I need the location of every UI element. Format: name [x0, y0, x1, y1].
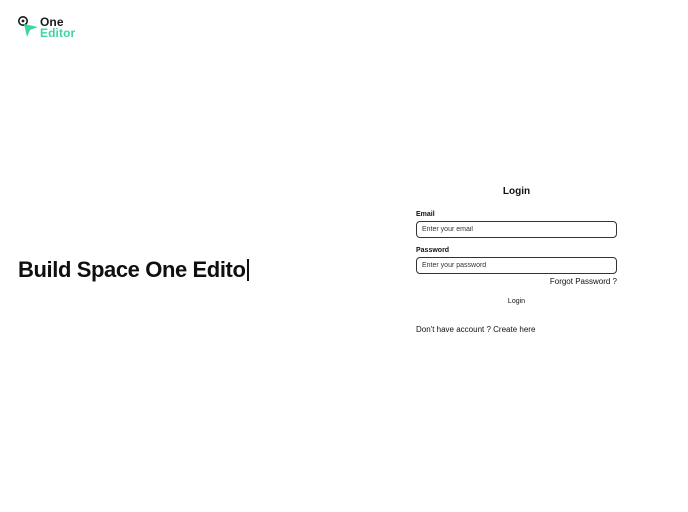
create-account-link[interactable]: Create here	[493, 325, 535, 334]
hero-heading: Build Space One Edito	[18, 257, 249, 283]
hero-typed-text: Build Space One Edito	[18, 257, 246, 282]
brand-wordmark: One Editor	[40, 16, 76, 40]
signup-prompt: Don't have account ? Create here	[416, 325, 617, 334]
signup-prompt-text: Don't have account ?	[416, 325, 491, 334]
password-label: Password	[416, 247, 450, 254]
login-button[interactable]: Login	[502, 296, 531, 307]
password-field[interactable]	[416, 257, 617, 274]
email-field[interactable]	[416, 221, 617, 238]
email-label: Email	[416, 211, 435, 218]
brand-name-line2: Editor	[40, 26, 76, 40]
brand-logo[interactable]: One Editor	[17, 15, 75, 39]
location-pin-logo-icon	[18, 16, 38, 37]
forgot-password-link[interactable]: Forgot Password ?	[416, 277, 617, 286]
login-page: One Editor Build Space One Edito Login E…	[0, 0, 688, 512]
login-title: Login	[502, 186, 531, 197]
typing-caret	[246, 259, 249, 281]
login-form: Login Email Password Forgot Password ? L…	[416, 186, 617, 334]
